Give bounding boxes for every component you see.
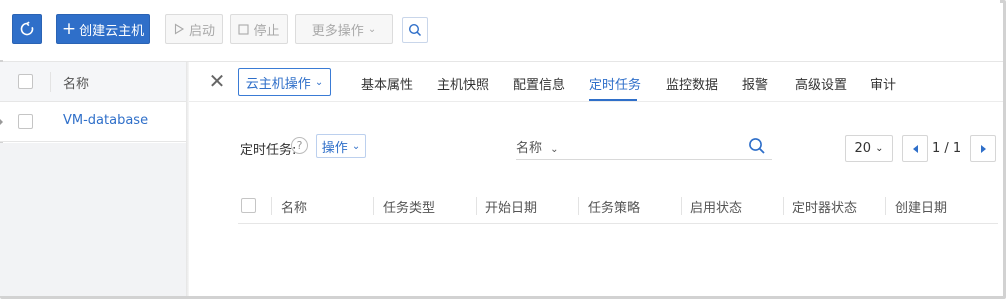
create-vm-button[interactable]: + 创建云主机 — [56, 14, 150, 44]
toolbar: + 创建云主机 启动 停止 更多操作 ⌄ — [0, 0, 1000, 60]
row-indicator-icon — [0, 119, 3, 125]
column-header-name: 名称 — [281, 201, 308, 216]
start-button[interactable]: 启动 — [165, 14, 223, 44]
create-vm-label: 创建云主机 — [79, 23, 145, 39]
close-icon[interactable]: ✕ — [207, 70, 227, 92]
tab-advanced-settings[interactable]: 高级设置 — [795, 74, 847, 93]
vm-list-header: 名称 — [0, 62, 186, 102]
column-divider — [885, 197, 886, 215]
column-divider — [50, 72, 51, 92]
tab-monitoring-data[interactable]: 监控数据 — [666, 74, 718, 93]
page-size-select[interactable]: 20 ⌄ — [845, 135, 893, 162]
column-header-enabled-status: 启用状态 — [690, 201, 743, 216]
row-checkbox[interactable] — [18, 114, 33, 129]
more-actions-dropdown[interactable]: 更多操作 ⌄ — [295, 14, 393, 44]
column-header-name: 名称 — [63, 77, 90, 92]
panel-divider — [186, 62, 189, 296]
column-divider — [578, 197, 579, 215]
vm-name-link[interactable]: VM-database — [63, 113, 148, 128]
chevron-down-icon: ⌄ — [351, 140, 361, 152]
help-icon[interactable]: ? — [291, 137, 308, 154]
chevron-down-icon: ⌄ — [314, 76, 324, 88]
search-icon[interactable] — [748, 137, 766, 155]
page-size-value: 20 — [854, 141, 872, 156]
refresh-button[interactable] — [12, 14, 42, 44]
tab-vm-snapshots[interactable]: 主机快照 — [437, 74, 489, 93]
search-button[interactable] — [402, 17, 428, 43]
column-divider — [476, 197, 477, 215]
caret-right-icon — [980, 144, 986, 153]
tab-scheduled-tasks[interactable]: 定时任务 — [589, 74, 641, 93]
plus-icon: + — [61, 18, 77, 39]
vm-list-row[interactable]: VM-database — [0, 102, 186, 142]
name-filter-dropdown[interactable]: 名称 ⌄ — [516, 137, 559, 156]
refresh-icon — [20, 21, 34, 36]
chevron-down-icon: ⌄ — [875, 143, 884, 154]
play-icon — [174, 23, 185, 35]
search-input[interactable] — [516, 159, 772, 160]
operations-label: 操作 — [321, 140, 348, 156]
column-header-created-date: 创建日期 — [895, 201, 948, 216]
column-divider — [373, 197, 374, 215]
tab-config-info[interactable]: 配置信息 — [513, 74, 565, 93]
vm-operations-label: 云主机操作 — [245, 76, 311, 92]
operations-dropdown[interactable]: 操作 ⌄ — [316, 134, 366, 158]
select-all-checkbox[interactable] — [18, 74, 33, 89]
name-filter-label: 名称 — [516, 141, 543, 156]
page-indicator: 1 / 1 — [932, 141, 962, 156]
search-icon — [408, 23, 422, 37]
tabs-divider — [189, 101, 1003, 102]
scheduled-tasks-label: 定时任务: — [240, 143, 297, 158]
stop-icon — [238, 23, 250, 35]
stop-button[interactable]: 停止 — [230, 14, 288, 44]
column-header-start-date: 开始日期 — [485, 201, 538, 216]
table-header-divider — [238, 223, 998, 224]
next-page-button[interactable] — [970, 135, 996, 162]
column-header-task-policy: 任务策略 — [588, 201, 641, 216]
chevron-down-icon: ⌄ — [367, 23, 377, 35]
column-divider — [271, 197, 272, 215]
table-select-all-checkbox[interactable] — [241, 198, 256, 213]
start-label: 启动 — [188, 23, 215, 39]
column-divider — [783, 197, 784, 215]
chevron-down-icon: ⌄ — [550, 144, 559, 155]
caret-left-icon — [912, 144, 918, 153]
column-header-timer-status: 定时器状态 — [792, 201, 858, 216]
column-divider — [681, 197, 682, 215]
prev-page-button[interactable] — [902, 135, 928, 162]
vm-operations-dropdown[interactable]: 云主机操作 ⌄ — [238, 68, 331, 96]
stop-label: 停止 — [253, 23, 280, 39]
tab-alarms[interactable]: 报警 — [742, 74, 768, 93]
column-header-task-type: 任务类型 — [383, 201, 436, 216]
tab-basic-properties[interactable]: 基本属性 — [361, 74, 413, 93]
more-actions-label: 更多操作 — [311, 23, 364, 39]
vm-list-empty-area — [0, 143, 186, 296]
tab-audit[interactable]: 审计 — [870, 74, 896, 93]
